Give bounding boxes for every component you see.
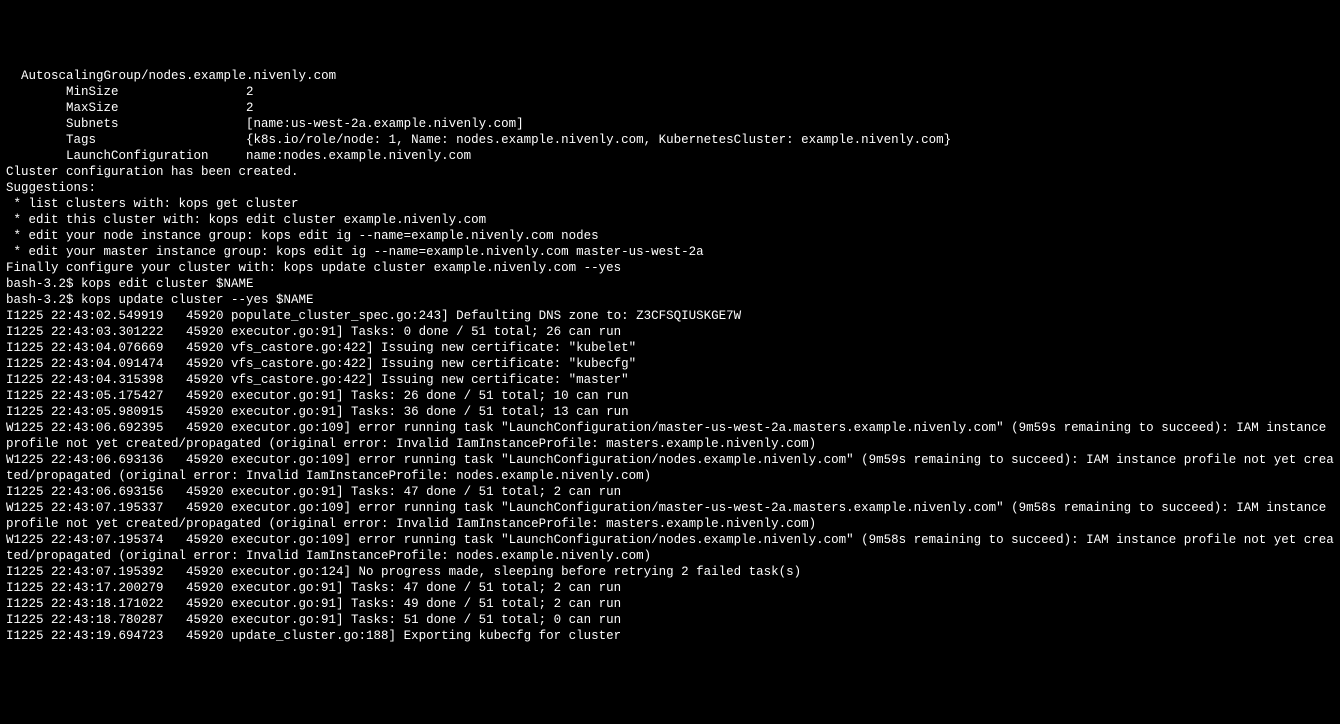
bash-prompt-0: bash-3.2$ kops edit cluster $NAME	[6, 276, 1334, 292]
suggestion-3: * edit your master instance group: kops …	[6, 244, 1334, 260]
log-line-5: I1225 22:43:05.175427 45920 executor.go:…	[6, 388, 1334, 404]
log-line-2: I1225 22:43:04.076669 45920 vfs_castore.…	[6, 340, 1334, 356]
log-line-13: I1225 22:43:17.200279 45920 executor.go:…	[6, 580, 1334, 596]
log-line-14: I1225 22:43:18.171022 45920 executor.go:…	[6, 596, 1334, 612]
autoscaling-group-block: AutoscalingGroup/nodes.example.nivenly.c…	[6, 68, 1334, 164]
log-line-15: I1225 22:43:18.780287 45920 executor.go:…	[6, 612, 1334, 628]
log-line-16: I1225 22:43:19.694723 45920 update_clust…	[6, 628, 1334, 644]
log-line-10: W1225 22:43:07.195337 45920 executor.go:…	[6, 500, 1334, 532]
cluster-created-msg: Cluster configuration has been created.	[6, 164, 1334, 180]
log-line-4: I1225 22:43:04.315398 45920 vfs_castore.…	[6, 372, 1334, 388]
log-line-3: I1225 22:43:04.091474 45920 vfs_castore.…	[6, 356, 1334, 372]
log-line-8: W1225 22:43:06.693136 45920 executor.go:…	[6, 452, 1334, 484]
terminal-output: AutoscalingGroup/nodes.example.nivenly.c…	[6, 68, 1334, 644]
log-line-7: W1225 22:43:06.692395 45920 executor.go:…	[6, 420, 1334, 452]
finally-msg: Finally configure your cluster with: kop…	[6, 260, 1334, 276]
log-line-9: I1225 22:43:06.693156 45920 executor.go:…	[6, 484, 1334, 500]
log-line-12: I1225 22:43:07.195392 45920 executor.go:…	[6, 564, 1334, 580]
log-line-0: I1225 22:43:02.549919 45920 populate_clu…	[6, 308, 1334, 324]
bash-prompt-1: bash-3.2$ kops update cluster --yes $NAM…	[6, 292, 1334, 308]
suggestion-0: * list clusters with: kops get cluster	[6, 196, 1334, 212]
log-line-6: I1225 22:43:05.980915 45920 executor.go:…	[6, 404, 1334, 420]
suggestion-2: * edit your node instance group: kops ed…	[6, 228, 1334, 244]
log-line-11: W1225 22:43:07.195374 45920 executor.go:…	[6, 532, 1334, 564]
suggestions-header: Suggestions:	[6, 180, 1334, 196]
suggestion-1: * edit this cluster with: kops edit clus…	[6, 212, 1334, 228]
log-line-1: I1225 22:43:03.301222 45920 executor.go:…	[6, 324, 1334, 340]
